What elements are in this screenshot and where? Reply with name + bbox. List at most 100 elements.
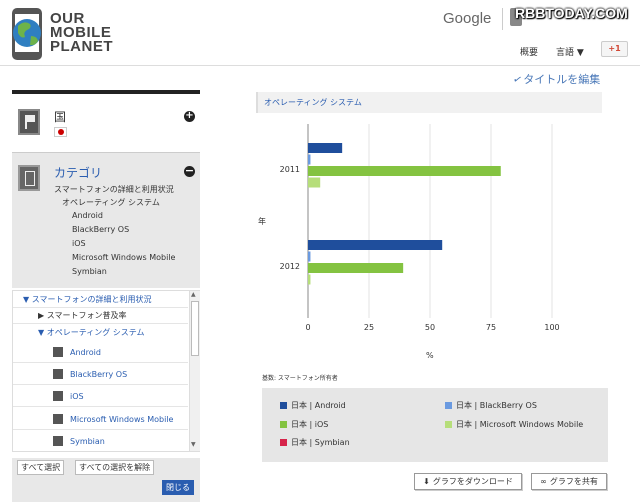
bar-2012-2 [308,263,404,273]
x-tick-label: 75 [486,323,496,332]
tree-item-os[interactable]: ▼ オペレーティング システム [38,327,145,338]
legend-item-blackberry[interactable]: 日本 | BlackBerry OS [445,400,537,411]
select-all-button[interactable]: すべて選択 [17,460,65,475]
legend-label: 日本 | BlackBerry OS [456,401,537,410]
chart-title: オペレーティング システム [264,98,362,107]
option-ios[interactable]: iOS [70,392,84,401]
x-tick-label: 50 [425,323,435,332]
chart-base-note: 基数: スマートフォン所有者 [262,375,338,382]
category-line: BlackBerry OS [72,225,130,234]
legend-label: 日本 | Symbian [291,438,350,447]
category-tree: ▼ スマートフォンの詳細と利用状況 ▶ スマートフォン普及率 ▼ オペレーティン… [12,290,200,452]
bar-2011-0 [308,143,343,153]
legend-item-android[interactable]: 日本 | Android [280,400,346,411]
category-line: Microsoft Windows Mobile [72,253,176,262]
watermark: RBBTODAY.COM [515,5,628,21]
tree-root-item[interactable]: ▼ スマートフォンの詳細と利用状況 [23,294,151,305]
pencil-icon: ✓ [511,72,524,87]
category-line: Symbian [72,267,107,276]
legend-swatch [280,402,287,409]
legend-item-symbian[interactable]: 日本 | Symbian [280,437,350,448]
header-divider [502,8,503,30]
scrollbar-thumb[interactable] [191,301,199,356]
logo-line-3: PLANET [50,38,113,55]
x-tick-label: 25 [364,323,374,332]
tree-separator [13,384,188,385]
header: OUR MOBILE PLANET Google RBBTODAY.COM 概要… [0,0,640,66]
x-tick-label: 0 [305,323,310,332]
chart-header: オペレーティング システム [256,92,602,113]
country-title: 国 [54,110,67,124]
download-icon: ⬇ [423,477,430,486]
tree-separator [13,362,188,363]
download-chart-button[interactable]: ⬇ グラフをダウンロード [414,473,522,490]
legend-swatch [445,402,452,409]
checkbox-symbian[interactable] [53,436,63,446]
close-button[interactable]: 閉じる [162,480,194,495]
bar-2011-3 [308,177,321,188]
share-chart-button[interactable]: ∞ グラフを共有 [531,473,607,490]
link-icon: ∞ [540,477,547,486]
category-section: カテゴリ − スマートフォンの詳細と利用状況 オペレーティング システム And… [12,152,200,288]
legend-item-ios[interactable]: 日本 | iOS [280,419,328,430]
checkbox-android[interactable] [53,347,63,357]
bar-2011-2 [308,166,501,176]
globe-phone-logo-icon[interactable] [10,8,44,60]
y-tick-label: 2012 [280,262,300,271]
tree-separator [13,323,188,324]
option-blackberry[interactable]: BlackBerry OS [70,370,127,379]
tree-separator [13,406,188,407]
legend-label: 日本 | Microsoft Windows Mobile [456,420,584,429]
bar-2011-1 [308,154,311,165]
deselect-all-button[interactable]: すべての選択を解除 [75,460,155,475]
collapse-category-button[interactable]: − [184,165,195,177]
legend-item-windows-mobile[interactable]: 日本 | Microsoft Windows Mobile [445,419,583,430]
option-symbian[interactable]: Symbian [70,437,105,446]
tree-separator [13,429,188,430]
scroll-down-icon[interactable]: ▼ [191,441,196,448]
tree-actions: すべて選択 すべての選択を解除 閉じる [12,458,200,502]
category-line: オペレーティング システム [62,198,160,207]
legend-swatch [280,421,287,428]
bar-2012-0 [308,240,443,250]
smartphone-icon [18,165,40,191]
option-windows-mobile[interactable]: Microsoft Windows Mobile [70,415,173,424]
expand-country-button[interactable]: + [184,111,195,122]
share-label: グラフを共有 [549,477,598,486]
category-line: iOS [72,239,86,248]
y-tick-label: 2011 [280,165,300,174]
edit-title-label: タイトルを編集 [523,73,601,86]
download-label: グラフをダウンロード [432,477,513,486]
logo-wordmark[interactable]: OUR MOBILE PLANET [50,11,113,55]
os-bar-chart: 0 25 50 75 100 年 2011 2012 [258,124,560,332]
x-tick-label: 100 [544,323,559,332]
tree-separator [13,307,188,308]
tree-item-penetration[interactable]: ▶ スマートフォン普及率 [38,310,126,321]
sidebar: 国 + カテゴリ − スマートフォンの詳細と利用状況 オペレーティング システム… [12,90,200,502]
checkbox-ios[interactable] [53,391,63,401]
google-plus-one-button[interactable]: +1 [601,41,628,57]
google-logo[interactable]: Google [443,10,491,27]
legend-swatch [445,421,452,428]
country-section: 国 + [12,94,200,151]
chart-legend: 日本 | Android 日本 | BlackBerry OS 日本 | iOS… [262,388,608,462]
bar-2012-1 [308,251,311,262]
bar-2012-3 [308,274,311,285]
flag-icon [18,109,40,135]
scroll-up-icon[interactable]: ▲ [191,291,196,298]
legend-label: 日本 | iOS [291,420,329,429]
edit-title-link[interactable]: ✓タイトルを編集 [511,71,601,87]
checkbox-blackberry[interactable] [53,369,63,379]
language-dropdown[interactable]: 言語 ▼ [556,45,584,58]
category-line: スマートフォンの詳細と利用状況 [54,185,174,194]
nav-overview-link[interactable]: 概要 [520,45,538,58]
japan-flag-icon[interactable] [54,127,67,137]
gplus-label: +1 [608,44,621,53]
legend-label: 日本 | Android [291,401,346,410]
option-android[interactable]: Android [70,348,101,357]
y-axis-label: 年 [258,216,266,226]
tree-scrollbar[interactable]: ▲ ▼ [189,291,200,451]
category-line: Android [72,211,103,220]
checkbox-windows-mobile[interactable] [53,414,63,424]
x-axis-label: % [426,351,434,360]
